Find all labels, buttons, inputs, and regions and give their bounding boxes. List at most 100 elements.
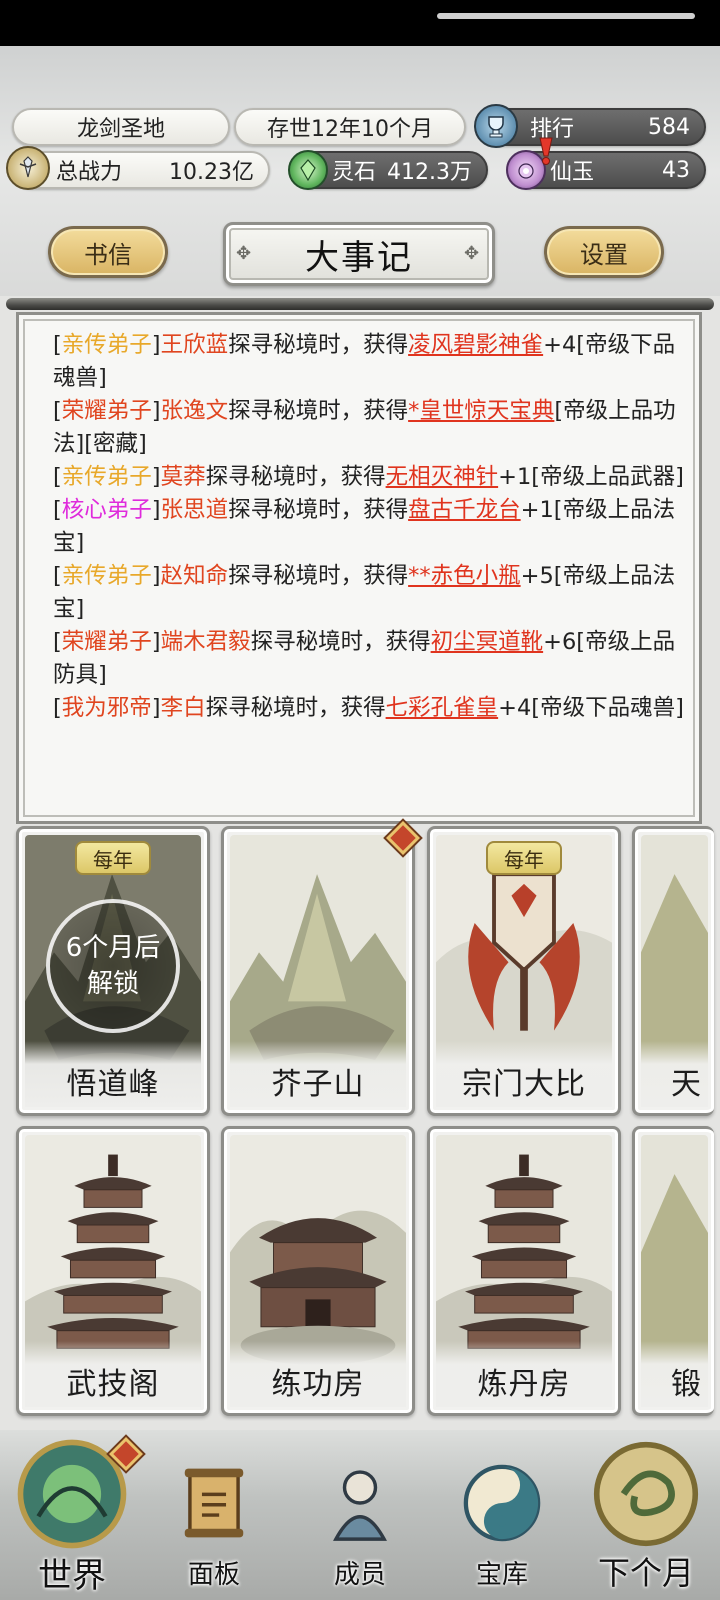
settings-label: 设置	[580, 240, 628, 269]
yearly-tag: 每年	[486, 841, 562, 875]
log-item-link[interactable]: 初尘冥道靴	[431, 629, 544, 655]
log-bracket-open: [	[53, 464, 62, 490]
log-bracket-close: ]	[151, 497, 161, 523]
log-item-link[interactable]: 无相灭神针	[386, 464, 499, 490]
plaque-ornament-right-icon: ✥	[464, 243, 482, 264]
settings-button[interactable]: 设置	[544, 226, 664, 278]
log-disciple-name[interactable]: 莫莽	[161, 464, 206, 490]
nav-label: 下个月	[597, 1554, 694, 1592]
letters-label: 书信	[84, 240, 132, 269]
jade-alert-icon	[536, 136, 556, 166]
page-title: 大事记	[305, 237, 413, 278]
location-name: 锻	[671, 1367, 702, 1402]
log-item-link[interactable]: 凌风碧影神雀	[408, 332, 543, 358]
log-entry: [亲传弟子]莫莽探寻秘境时，获得无相灭神针+1[帝级上品武器]	[53, 461, 689, 494]
log-disciple-name[interactable]: 张逸文	[161, 398, 229, 424]
location-name: 芥子山	[271, 1067, 365, 1102]
log-item-link[interactable]: *皇世惊天宝典	[408, 398, 554, 424]
log-action: 探寻秘境时，获得	[228, 563, 409, 589]
log-bracket-open: [	[53, 629, 62, 655]
location-card-1[interactable]: 武技阁	[16, 1126, 210, 1416]
log-bracket-open: [	[53, 563, 62, 589]
power-value: 10.23亿	[169, 160, 254, 185]
unlock-label: 解锁	[86, 969, 139, 999]
spirit-stone-value: 412.3万	[387, 160, 472, 185]
log-action: 探寻秘境时，获得	[205, 464, 386, 490]
log-item-link[interactable]: 七彩孔雀皇	[386, 695, 499, 721]
nav-next-month-button[interactable]: 下个月	[574, 1430, 718, 1600]
log-bracket-close: ]	[151, 332, 161, 358]
log-item-detail: +1[帝级上品武器]	[498, 464, 684, 490]
event-log-panel[interactable]: [亲传弟子]王欣蓝探寻秘境时，获得凌风碧影神雀+4[帝级下品魂兽] [荣耀弟子]张…	[16, 312, 702, 824]
location-card-2[interactable]: 芥子山	[221, 826, 415, 1116]
location-name: 悟道峰	[66, 1067, 160, 1102]
sect-name-banner: 龙剑圣地	[12, 108, 230, 146]
nav-label: 成员	[333, 1560, 386, 1590]
location-card-1[interactable]: 悟道峰 每年 6个月后解锁	[16, 826, 210, 1116]
log-bracket-close: ]	[151, 563, 161, 589]
jade-label: 仙玉	[550, 160, 595, 185]
page-title-plaque: ✥ 大事记 ✥	[223, 222, 495, 286]
treasury-taiji-icon	[459, 1460, 545, 1546]
location-name: 武技阁	[66, 1367, 160, 1402]
location-name: 练功房	[271, 1367, 365, 1402]
log-action: 探寻秘境时，获得	[228, 398, 409, 424]
log-item-link[interactable]: 盘古千龙台	[408, 497, 521, 523]
log-bracket-close: ]	[151, 695, 161, 721]
plaque-ornament-left-icon: ✥	[236, 243, 254, 264]
log-disciple-name[interactable]: 王欣蓝	[161, 332, 229, 358]
location-card-3[interactable]: 宗门大比 每年	[427, 826, 621, 1116]
sword-shield-icon	[6, 146, 50, 190]
yearly-tag: 每年	[75, 841, 151, 875]
log-disciple-name[interactable]: 赵知命	[161, 563, 229, 589]
location-card-2[interactable]: 练功房	[221, 1126, 415, 1416]
log-item-link[interactable]: **赤色小瓶	[408, 563, 521, 589]
log-disciple-name[interactable]: 李白	[161, 695, 206, 721]
jade-value: 43	[662, 157, 690, 183]
log-entry: [荣耀弟子]端木君毅探寻秘境时，获得初尘冥道靴+6[帝级上品防具]	[53, 626, 689, 692]
scroll-icon	[171, 1460, 257, 1546]
log-disciple-name[interactable]: 张思道	[161, 497, 229, 523]
bottom-navigation: 世界 面板 成员 宝库 下个月	[0, 1430, 720, 1600]
log-bracket-open: [	[53, 332, 62, 358]
sect-age-banner: 存世12年10个月	[234, 108, 466, 146]
log-action: 探寻秘境时，获得	[228, 332, 409, 358]
location-card-3[interactable]: 炼丹房	[427, 1126, 621, 1416]
log-rank: 我为邪帝	[61, 695, 152, 721]
scroll-rod	[6, 298, 714, 310]
sect-age: 存世12年10个月	[267, 117, 433, 142]
nav-label: 世界	[38, 1556, 106, 1596]
event-log-list: [亲传弟子]王欣蓝探寻秘境时，获得凌风碧影神雀+4[帝级下品魂兽] [荣耀弟子]张…	[53, 329, 689, 725]
spirit-stone-icon	[288, 150, 328, 190]
nav-treasury-button[interactable]: 宝库	[430, 1430, 574, 1600]
log-rank: 亲传弟子	[61, 563, 152, 589]
nav-members-button[interactable]: 成员	[288, 1430, 432, 1600]
log-rank: 亲传弟子	[61, 332, 152, 358]
rank-trophy-icon	[474, 104, 518, 148]
log-action: 探寻秘境时，获得	[250, 629, 431, 655]
log-disciple-name[interactable]: 端木君毅	[161, 629, 251, 655]
unlock-time: 6个月后	[65, 933, 161, 963]
total-power-banner: 总战力 10.23亿	[12, 151, 270, 189]
log-entry: [核心弟子]张思道探寻秘境时，获得盘古千龙台+1[帝级上品法宝]	[53, 494, 689, 560]
log-rank: 荣耀弟子	[61, 398, 152, 424]
nav-panel-button[interactable]: 面板	[142, 1430, 286, 1600]
letters-button[interactable]: 书信	[48, 226, 168, 278]
lock-overlay: 6个月后解锁	[46, 899, 180, 1033]
location-card-4[interactable]: 锻	[632, 1126, 714, 1416]
log-action: 探寻秘境时，获得	[228, 497, 409, 523]
member-figure-icon	[317, 1460, 403, 1546]
log-bracket-close: ]	[151, 464, 161, 490]
log-bracket-close: ]	[151, 629, 161, 655]
log-bracket-open: [	[53, 695, 62, 721]
location-name: 天	[671, 1067, 702, 1102]
location-card-4[interactable]: 天	[632, 826, 714, 1116]
log-rank: 亲传弟子	[61, 464, 152, 490]
log-entry: [荣耀弟子]张逸文探寻秘境时，获得*皇世惊天宝典[帝级上品功法][密藏]	[53, 395, 689, 461]
log-rank: 荣耀弟子	[61, 629, 152, 655]
next-month-icon	[590, 1438, 702, 1550]
rank-value: 584	[648, 114, 690, 140]
location-name: 炼丹房	[477, 1367, 571, 1402]
nav-label: 面板	[187, 1560, 240, 1590]
location-name: 宗门大比	[462, 1067, 586, 1102]
